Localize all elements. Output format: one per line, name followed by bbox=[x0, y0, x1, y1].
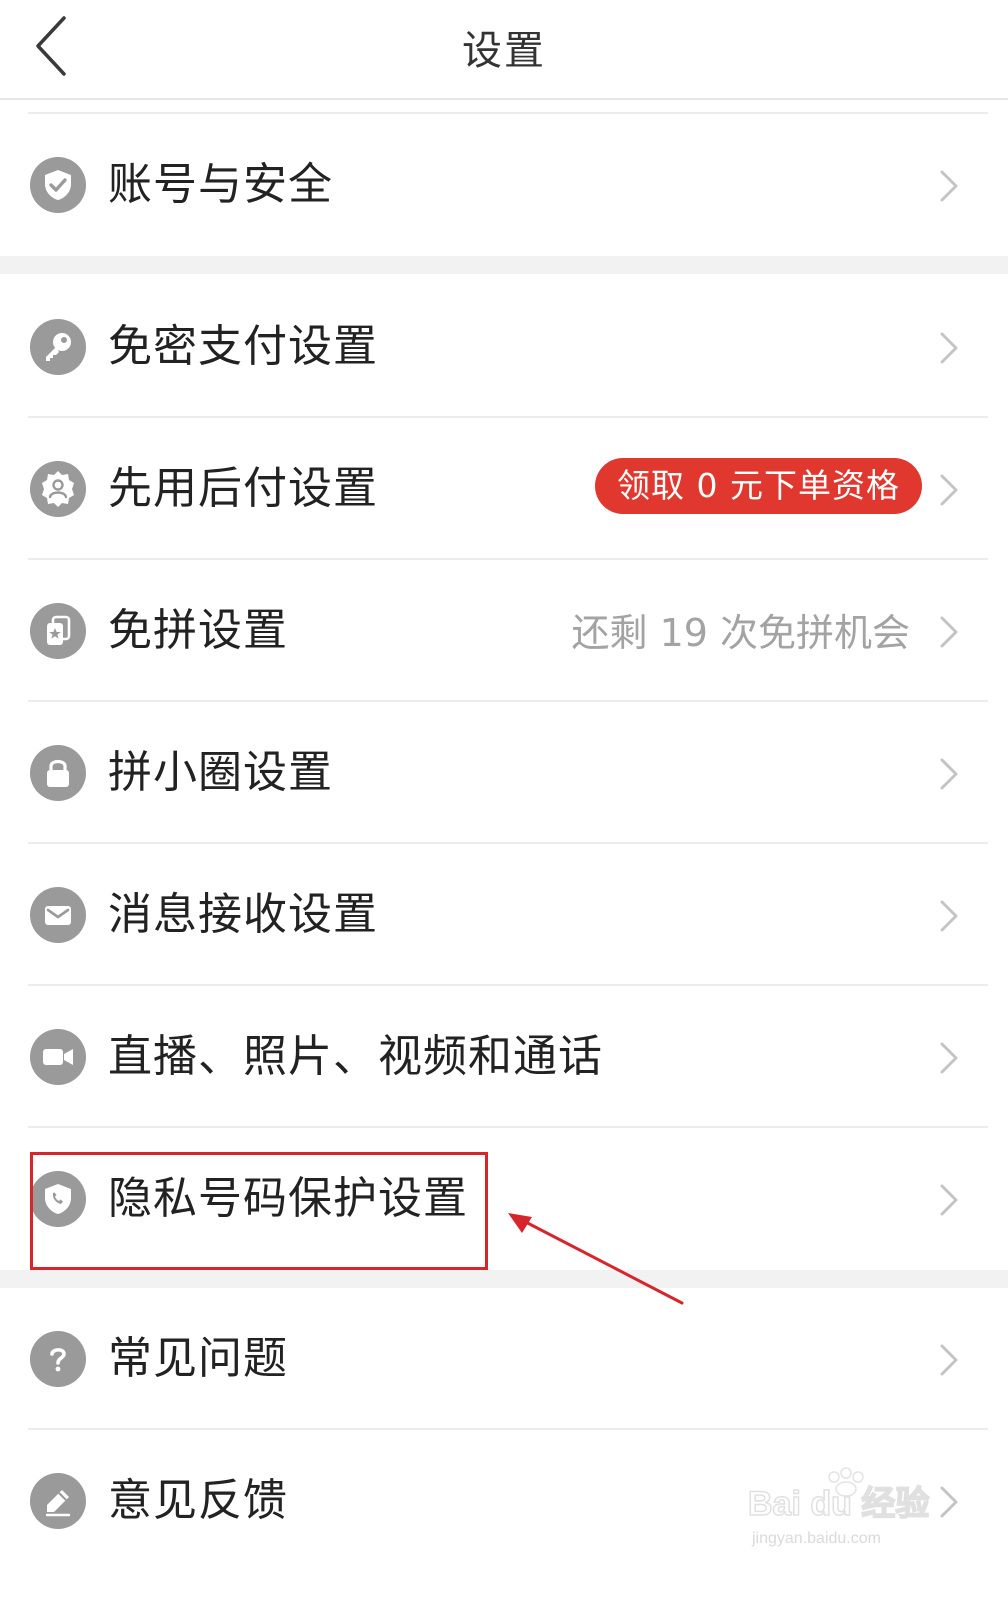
chevron-right-icon bbox=[940, 900, 958, 932]
settings-item-label: 直播、照片、视频和通话 bbox=[108, 1031, 603, 1082]
watermark-url: jingyan.baidu.com bbox=[751, 1530, 881, 1547]
settings-item-account-security[interactable]: 账号与安全 bbox=[0, 114, 1008, 256]
top-nav-bar: 设置 bbox=[0, 0, 1008, 100]
card-star-icon bbox=[30, 603, 86, 659]
settings-item-free-group[interactable]: 免拼设置 还剩 19 次免拼机会 bbox=[0, 560, 1008, 702]
settings-item-label: 免拼设置 bbox=[108, 605, 288, 656]
chevron-right-icon bbox=[940, 616, 958, 648]
settings-item-label: 常见问题 bbox=[108, 1333, 288, 1384]
chevron-right-icon bbox=[940, 758, 958, 790]
settings-item-label: 意见反馈 bbox=[108, 1475, 288, 1526]
chevron-right-icon bbox=[940, 1344, 958, 1376]
settings-item-live-photo-video[interactable]: 直播、照片、视频和通话 bbox=[0, 986, 1008, 1128]
chevron-right-icon bbox=[940, 1184, 958, 1216]
baidu-jingyan-watermark: Bai du 经验 jingyan.baidu.com bbox=[748, 1467, 930, 1547]
section-gap bbox=[0, 256, 1008, 274]
question-icon bbox=[30, 1331, 86, 1387]
mail-icon bbox=[30, 887, 86, 943]
watermark-brand: Bai du 经验 bbox=[748, 1484, 929, 1523]
badge-user-icon bbox=[30, 461, 86, 517]
settings-page: 设置 账号与安全 免密支付设置 先用后付设置 领取 0 元下单资格 免拼设置 还… bbox=[0, 0, 1008, 1600]
lock-icon bbox=[30, 745, 86, 801]
settings-item-label: 先用后付设置 bbox=[108, 463, 378, 514]
remaining-chances-text: 还剩 19 次免拼机会 bbox=[571, 611, 910, 655]
shield-check-icon bbox=[30, 157, 86, 213]
pencil-icon bbox=[30, 1473, 86, 1529]
settings-item-small-circle[interactable]: 拼小圈设置 bbox=[0, 702, 1008, 844]
annotation-arrow-icon bbox=[508, 1213, 684, 1305]
settings-item-message-receive[interactable]: 消息接收设置 bbox=[0, 844, 1008, 986]
settings-item-label: 免密支付设置 bbox=[108, 321, 378, 372]
settings-item-label: 拼小圈设置 bbox=[108, 747, 333, 798]
chevron-right-icon bbox=[940, 1042, 958, 1074]
settings-item-password-free-pay[interactable]: 免密支付设置 bbox=[0, 276, 1008, 418]
key-icon bbox=[30, 319, 86, 375]
annotation-highlight-box bbox=[30, 1152, 488, 1270]
settings-item-label: 账号与安全 bbox=[108, 159, 333, 210]
settings-item-pay-later[interactable]: 先用后付设置 领取 0 元下单资格 bbox=[0, 418, 1008, 560]
chevron-right-icon bbox=[940, 170, 958, 202]
chevron-right-icon bbox=[940, 474, 958, 506]
promo-badge[interactable]: 领取 0 元下单资格 bbox=[595, 458, 922, 514]
settings-item-label: 消息接收设置 bbox=[108, 889, 378, 940]
chevron-right-icon bbox=[940, 1486, 958, 1518]
page-title: 设置 bbox=[462, 28, 546, 74]
video-camera-icon bbox=[30, 1029, 86, 1085]
chevron-right-icon bbox=[940, 332, 958, 364]
